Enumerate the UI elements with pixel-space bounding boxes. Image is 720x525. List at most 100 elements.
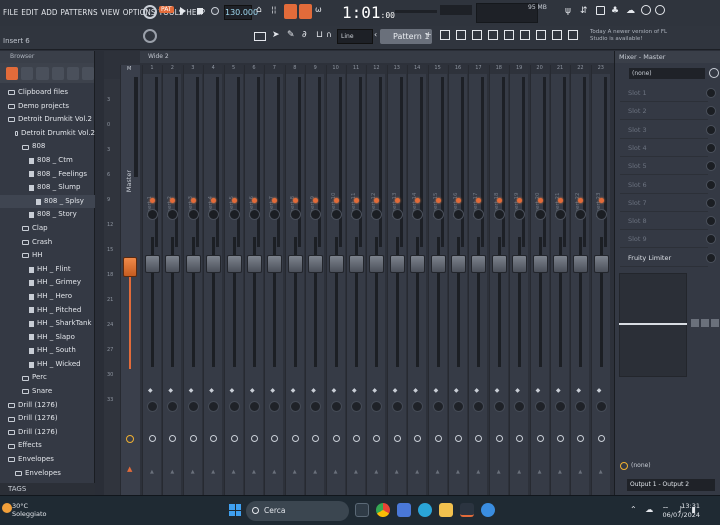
browser-item[interactable]: Envelopes <box>0 453 95 467</box>
insert-enable-led[interactable] <box>354 198 359 203</box>
fx-send-select[interactable]: (none) <box>619 459 715 473</box>
send-knob[interactable] <box>249 401 260 412</box>
stereo-separation-icon[interactable]: ◆ <box>597 387 606 394</box>
fx-mix-knob[interactable] <box>706 124 716 135</box>
save-icon[interactable] <box>596 6 605 15</box>
browser-item[interactable]: 808 _ Story <box>0 208 95 222</box>
route-icon[interactable] <box>230 435 238 442</box>
browser-menu-button[interactable] <box>81 66 95 80</box>
pan-knob[interactable] <box>432 209 444 220</box>
weather-widget[interactable]: 30°C Soleggiato <box>12 502 46 518</box>
windows-start-icon[interactable] <box>229 504 241 516</box>
mixer-view-label[interactable]: Wide 2 <box>140 51 614 63</box>
volume-fader[interactable] <box>430 255 446 273</box>
eq-graph[interactable] <box>619 273 687 377</box>
chrome-icon[interactable] <box>376 503 390 517</box>
browser-files-button[interactable] <box>21 66 34 80</box>
send-knob[interactable] <box>555 401 566 412</box>
volume-fader[interactable] <box>553 255 568 273</box>
browser-item[interactable]: Perc <box>0 371 95 385</box>
piano-icon[interactable] <box>254 32 266 41</box>
route-icon[interactable] <box>373 435 381 442</box>
record-button[interactable] <box>211 7 219 15</box>
master-strip[interactable]: M Master ▲ <box>120 65 140 495</box>
fx-input-select[interactable]: (none) <box>629 68 705 79</box>
fx-slot[interactable]: Slot 8 <box>620 213 716 231</box>
route-icon[interactable] <box>149 435 156 442</box>
pan-knob[interactable] <box>351 209 362 220</box>
volume-fader[interactable] <box>287 255 303 273</box>
undo-icon[interactable] <box>552 30 562 40</box>
pattern-song-toggle[interactable]: PAT <box>159 6 174 13</box>
fx-slot[interactable]: Slot 3 <box>620 122 716 139</box>
insert-strip[interactable]: 1 Insert 1 ◆ ▲ <box>142 65 161 495</box>
route-icon[interactable] <box>189 435 197 442</box>
volume-fader[interactable] <box>451 255 466 273</box>
insert-strip[interactable]: 16 Insert 16 ◆ ▲ <box>448 65 467 495</box>
route-icon[interactable] <box>557 435 564 442</box>
metronome-button[interactable]: ⌂ <box>256 5 268 17</box>
fx-slot[interactable]: Fruity Limiter <box>620 250 716 267</box>
send-knob[interactable] <box>167 401 179 412</box>
route-icon[interactable] <box>332 435 340 442</box>
insert-strip[interactable]: 18 Insert 18 ◆ ▲ <box>488 65 508 495</box>
fx-mix-knob[interactable] <box>706 179 716 190</box>
send-knob[interactable] <box>208 401 220 412</box>
insert-strip[interactable]: 19 Insert 19 ◆ ▲ <box>509 65 529 495</box>
send-knob[interactable] <box>575 401 587 412</box>
step-edit-button[interactable]: ω <box>315 5 327 17</box>
browser-item[interactable]: Drill (1276) <box>0 399 95 413</box>
channel-rack-icon[interactable] <box>456 30 466 40</box>
browser-item[interactable]: 808 _ Ctm <box>0 154 95 168</box>
help-icon[interactable] <box>655 5 665 15</box>
pan-knob[interactable] <box>534 209 546 220</box>
send-knob[interactable] <box>432 401 444 412</box>
send-knob[interactable] <box>228 401 240 412</box>
stereo-separation-icon[interactable]: ◆ <box>311 387 320 394</box>
browser-starred-button[interactable] <box>66 66 79 80</box>
pan-knob[interactable] <box>330 209 342 220</box>
send-knob[interactable] <box>310 401 322 412</box>
stereo-separation-icon[interactable]: ◆ <box>372 387 381 394</box>
fx-mix-knob[interactable] <box>706 252 716 263</box>
fx-mix-knob[interactable] <box>706 88 716 98</box>
mixer-icon[interactable] <box>488 30 498 40</box>
stereo-separation-icon[interactable]: ◆ <box>189 387 198 394</box>
insert-enable-led[interactable] <box>598 198 604 203</box>
stamp-icon[interactable]: ⊔ <box>316 30 323 40</box>
browser-item[interactable]: HH _ SharkTank <box>0 317 95 331</box>
insert-enable-led[interactable] <box>292 198 298 203</box>
fx-mix-knob[interactable] <box>706 197 716 208</box>
stereo-separation-icon[interactable]: ◆ <box>250 387 259 394</box>
insert-enable-led[interactable] <box>558 198 563 203</box>
people-icon[interactable]: ♣ <box>611 6 619 16</box>
volume-fader[interactable] <box>267 255 283 273</box>
browser-item[interactable]: Detroit Drumkit Vol.2 <box>0 127 95 141</box>
browser-item[interactable]: 808 _ Slump <box>0 181 95 195</box>
eq-band-mid[interactable] <box>701 319 709 327</box>
route-icon[interactable] <box>291 435 299 442</box>
insert-strip[interactable]: 8 Insert 8 ◆ ▲ <box>284 65 304 495</box>
fx-mix-knob[interactable] <box>706 234 716 245</box>
send-knob[interactable] <box>453 401 464 412</box>
volume-fader[interactable] <box>369 255 385 273</box>
stereo-separation-icon[interactable]: ◆ <box>474 387 483 394</box>
stop-button[interactable] <box>197 8 203 14</box>
playlist-icon[interactable] <box>440 30 450 40</box>
prev-pattern-icon[interactable]: ‹ <box>374 30 377 39</box>
insert-enable-led[interactable] <box>333 198 339 203</box>
insert-strip[interactable]: 3 Insert 3 ◆ ▲ <box>182 65 202 495</box>
volume-fader[interactable] <box>226 255 242 273</box>
volume-fader[interactable] <box>491 255 507 273</box>
fx-slot[interactable]: Slot 2 <box>620 103 716 121</box>
volume-fader[interactable] <box>471 255 487 273</box>
volume-fader[interactable] <box>206 255 222 273</box>
browser-item[interactable]: Drill (1276) <box>0 426 95 440</box>
insert-strip[interactable]: 6 Insert 6 ◆ ▲ <box>244 65 263 495</box>
stereo-separation-icon[interactable]: ◆ <box>270 387 279 394</box>
pan-knob[interactable] <box>595 209 607 220</box>
fx-input-knob[interactable] <box>709 68 719 78</box>
browser-item[interactable]: HH _ Pitched <box>0 304 95 318</box>
route-icon[interactable] <box>577 435 585 442</box>
countdown-button[interactable] <box>284 4 297 19</box>
